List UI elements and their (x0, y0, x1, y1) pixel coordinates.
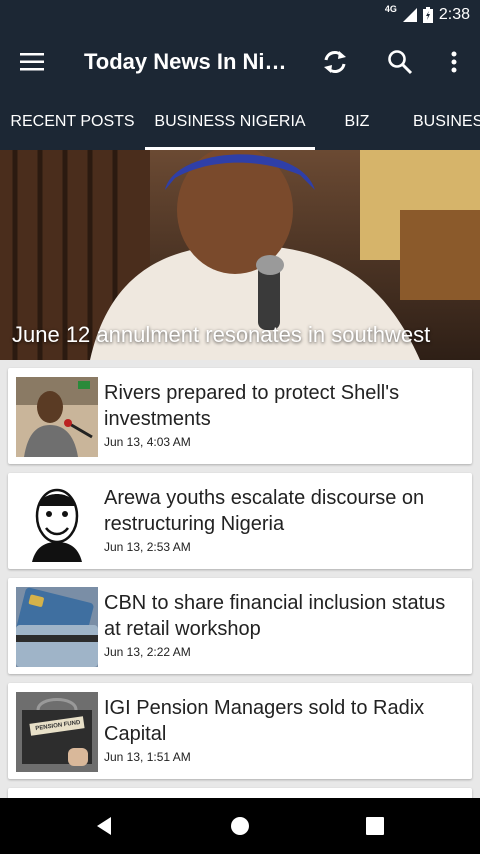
app-toolbar: Today News In Ni… (0, 30, 480, 94)
article-title: CBN to share financial inclusion status … (104, 592, 446, 640)
search-icon (388, 50, 413, 75)
article-thumbnail (16, 377, 98, 457)
article-title: IGI Pension Managers sold to Radix Capit… (104, 697, 425, 745)
tab-recent-posts[interactable]: RECENT POSTS (0, 94, 145, 150)
article-title: Rivers prepared to protect Shell's inves… (104, 382, 400, 430)
clock: 2:38 (438, 6, 470, 23)
recents-icon (366, 817, 384, 835)
category-tabs: RECENT POSTS BUSINESS NIGERIA BIZ BUSINE… (0, 94, 480, 150)
tab-business-nigeria[interactable]: BUSINESS NIGERIA (145, 94, 315, 150)
featured-article[interactable]: June 12 annulment resonates in southwest (0, 150, 480, 360)
article-title: Arewa youths escalate discourse on restr… (104, 487, 425, 535)
search-button[interactable] (376, 38, 424, 86)
article-card[interactable]: Arewa youths escalate discourse on restr… (8, 473, 472, 569)
article-card[interactable]: CBN to share financial inclusion status … (8, 578, 472, 674)
home-button[interactable] (212, 802, 268, 850)
more-options-button[interactable] (430, 38, 478, 86)
article-date: Jun 13, 1:51 AM (104, 750, 191, 764)
article-thumbnail (16, 482, 98, 562)
featured-caption: June 12 annulment resonates in southwest (12, 322, 431, 347)
article-card[interactable]: Rivers prepared to protect Shell's inves… (8, 368, 472, 464)
tab-biz[interactable]: BIZ (315, 94, 399, 150)
article-date: Jun 13, 4:03 AM (104, 435, 191, 449)
battery-icon (422, 7, 433, 23)
home-icon (231, 817, 249, 835)
signal-icon (402, 8, 417, 22)
article-date: Jun 13, 2:22 AM (104, 645, 191, 659)
refresh-icon (324, 51, 346, 73)
menu-button[interactable] (8, 38, 56, 86)
article-thumbnail (16, 587, 98, 667)
status-bar: 4G 2:38 (0, 0, 480, 30)
status-icons: 4G 2:38 (385, 0, 470, 30)
back-button[interactable] (76, 802, 132, 850)
tab-business[interactable]: BUSINES (399, 94, 480, 150)
system-nav-bar (0, 798, 480, 854)
menu-icon (20, 53, 44, 71)
refresh-button[interactable] (311, 38, 359, 86)
back-icon (97, 817, 111, 835)
recents-button[interactable] (347, 802, 403, 850)
article-thumbnail: PENSION FUND (16, 692, 98, 772)
more-vert-icon (451, 51, 457, 73)
article-date: Jun 13, 2:53 AM (104, 540, 191, 554)
app-title: Today News In Ni… (84, 49, 287, 74)
network-type: 4G (384, 4, 397, 14)
article-card[interactable]: PENSION FUND IGI Pension Managers sold t… (8, 683, 472, 779)
